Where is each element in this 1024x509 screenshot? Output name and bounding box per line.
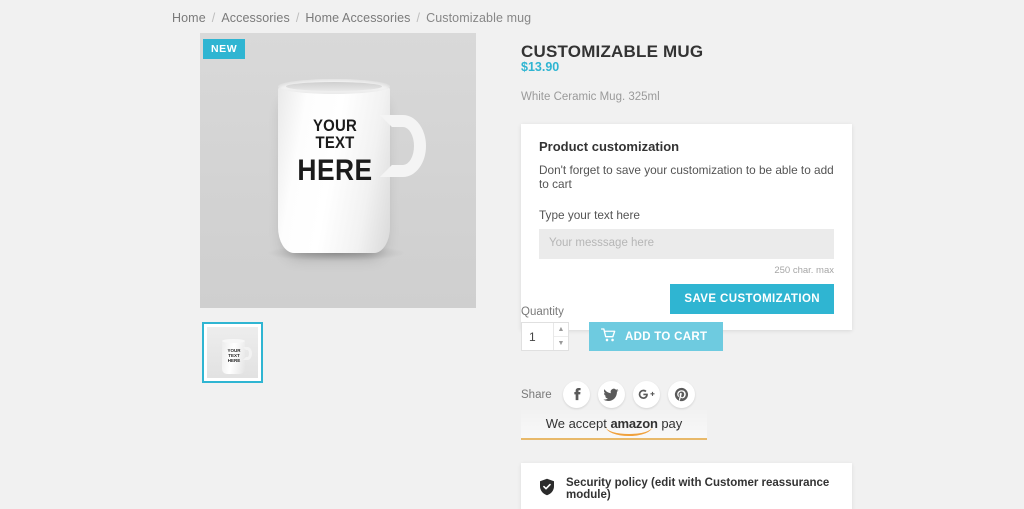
amazon-pay-prefix: We accept [545,415,611,431]
breadcrumb-item-current: Customizable mug [426,11,532,25]
mug-text-line-2: HERE [297,154,373,187]
quantity-label: Quantity [521,306,564,318]
product-customization-card: Product customization Don't forget to sa… [521,124,852,330]
shield-check-icon [539,478,555,501]
mug-handle [380,115,426,177]
add-to-cart-label: ADD TO CART [625,330,708,343]
quantity-decrease-icon[interactable]: ▼ [554,337,568,350]
breadcrumb-item-home-accessories[interactable]: Home Accessories [305,11,410,25]
breadcrumb-separator: / [295,11,300,25]
breadcrumb-separator: / [211,11,216,25]
amazon-pay-suffix: pay [657,415,683,431]
mug-printed-text: YOUR TEXT HERE [292,117,378,186]
facebook-icon [569,387,584,402]
share-googleplus-button[interactable] [632,381,660,408]
mug-rim-inner [286,82,382,91]
breadcrumb: Home / Accessories / Home Accessories / Custom… [172,11,531,25]
pinterest-icon [674,387,689,402]
quantity-stepper[interactable]: ▲ ▼ [521,322,569,351]
thumbnail-image: YOUR TEXT HERE [207,327,258,378]
thumbnail-text-line-1: YOUR TEXT [227,348,241,359]
shopping-cart-icon [600,328,616,345]
customization-text-input[interactable] [539,229,834,259]
quantity-input[interactable] [522,323,553,350]
breadcrumb-item-accessories[interactable]: Accessories [221,11,289,25]
new-badge: NEW [203,39,246,59]
amazon-pay-text: We accept amazon pay [545,415,683,436]
save-customization-button[interactable]: SAVE CUSTOMIZATION [670,284,834,314]
thumbnail-mug-rim [222,339,245,343]
product-page: Home / Accessories / Home Accessories / Custom… [0,0,1024,509]
product-gallery: NEW YOUR TEXT HERE YOUR TEXT HERE [200,33,476,383]
share-pinterest-button[interactable] [667,381,695,408]
customization-title: Product customization [539,139,680,154]
share-twitter-button[interactable] [597,381,625,408]
thumbnail-text-line-2: HERE [227,358,241,364]
share-label: Share [521,388,552,401]
quantity-spinner[interactable]: ▲ ▼ [553,323,568,350]
share-facebook-button[interactable] [562,381,590,408]
thumbnail-mug-handle [243,347,252,360]
thumbnail-mug-text: YOUR TEXT HERE [225,348,243,364]
google-plus-icon [638,388,655,401]
product-main-image[interactable]: NEW YOUR TEXT HERE [200,33,476,308]
share-row: Share [521,381,695,408]
breadcrumb-item-home[interactable]: Home [172,11,206,25]
breadcrumb-separator: / [416,11,421,25]
product-price: $13.90 [521,60,560,74]
twitter-icon [603,388,619,402]
thumbnail-item[interactable]: YOUR TEXT HERE [202,322,263,383]
customization-subtitle: Don't forget to save your customization … [539,163,834,191]
amazon-smile-icon [605,427,652,436]
character-limit-hint: 250 char. max [774,265,834,276]
mug-illustration: YOUR TEXT HERE [200,33,476,308]
security-policy-block: Security policy (edit with Customer reas… [521,463,852,509]
amazon-pay-banner: We accept amazon pay [521,408,707,440]
quantity-increase-icon[interactable]: ▲ [554,323,568,337]
save-customization-row: SAVE CUSTOMIZATION [539,284,834,314]
customization-field-label: Type your text here [539,208,640,222]
security-policy-text: Security policy (edit with Customer reas… [566,477,830,501]
product-description: White Ceramic Mug. 325ml [521,91,660,103]
mug-text-line-1: YOUR TEXT [313,116,357,152]
add-to-cart-button[interactable]: ADD TO CART [589,322,724,351]
